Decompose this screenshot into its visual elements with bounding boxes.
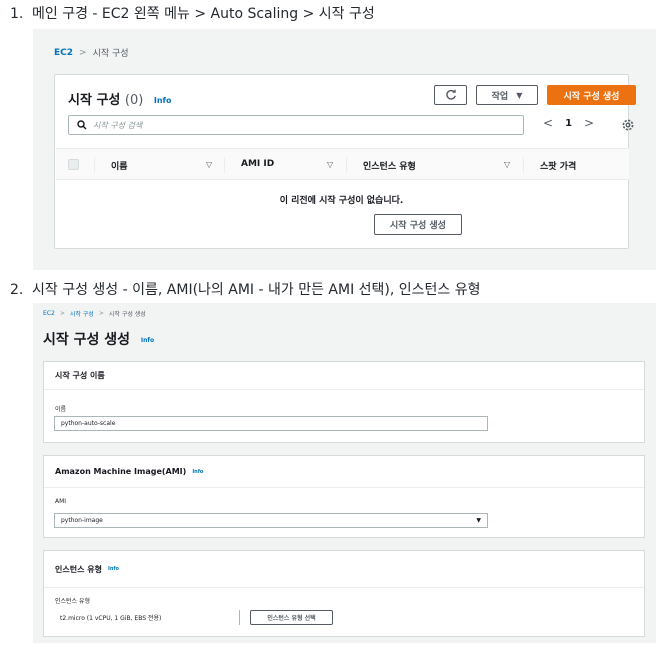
page-title-text: 시작 구성 생성 [43, 332, 131, 348]
panel-title-text: 시작 구성 [68, 93, 121, 108]
breadcrumb-launch-configurations-link[interactable]: 시작 구성 [70, 309, 94, 318]
info-link[interactable]: Info [192, 469, 203, 475]
previous-page-button[interactable]: < [543, 116, 553, 130]
table-header: 이름 ▽ AMI ID ▽ 인스턴스 유형 ▽ 스팟 가격 [56, 148, 629, 180]
sort-icon[interactable]: ▽ [206, 160, 212, 169]
pagination: < 1 > [543, 116, 594, 130]
card-header: 인스턴스 유형 Info [44, 551, 644, 588]
step-text: 메인 구경 - EC2 왼쪽 메뉴 > Auto Scaling > 시작 구성 [32, 6, 375, 22]
search-placeholder: 시작 구성 검색 [93, 120, 143, 130]
card-header: 시작 구성 이름 [44, 362, 644, 390]
step-number: 2. [10, 282, 24, 298]
breadcrumb-separator: > [59, 310, 65, 317]
breadcrumb: EC2 > 시작 구성 > 시작 구성 생성 [43, 309, 146, 318]
column-header-instance-type[interactable]: 인스턴스 유형 [363, 159, 416, 172]
step-2-heading: 2. 시작 구성 생성 - 이름, AMI(나의 AMI - 내가 만든 AMI … [10, 279, 481, 299]
instance-type-label: 인스턴스 유형 [55, 598, 91, 605]
create-launch-configuration-screenshot: EC2 > 시작 구성 > 시작 구성 생성 시작 구성 생성 Info 시작 … [33, 303, 656, 643]
name-label: 이름 [55, 406, 67, 413]
ami-label: AMI [55, 498, 67, 505]
step-text: 시작 구성 생성 - 이름, AMI(나의 AMI - 내가 만든 AMI 선택… [32, 282, 481, 298]
breadcrumb-current: 시작 구성 생성 [108, 311, 146, 318]
breadcrumb-separator: > [79, 47, 87, 58]
instance-type-value: t2.micro (1 vCPU, 1 GiB, EBS 전용) [54, 610, 240, 625]
breadcrumb-ec2-link[interactable]: EC2 [43, 310, 55, 317]
actions-button[interactable]: 작업 ▼ [476, 85, 538, 105]
breadcrumb: EC2 > 시작 구성 [54, 46, 129, 60]
info-link[interactable]: Info [108, 566, 119, 572]
chevron-down-icon: ▼ [476, 517, 481, 524]
panel-title: 시작 구성 (0) Info [68, 89, 172, 108]
breadcrumb-current: 시작 구성 [92, 49, 129, 59]
empty-state-message: 이 리전에 시작 구성이 없습니다. [279, 196, 404, 206]
name-input[interactable]: python-auto-scale [54, 416, 488, 431]
breadcrumb-separator: > [98, 310, 104, 317]
launch-configurations-panel: 시작 구성 (0) Info 작업 ▼ 시작 구성 생성 시작 구성 검색 < … [54, 74, 636, 249]
card-header-text: Amazon Machine Image(AMI) [55, 467, 187, 476]
column-divider [346, 157, 347, 173]
ami-selected-value: python-image [61, 517, 103, 524]
sort-icon[interactable]: ▽ [327, 160, 333, 169]
ami-select[interactable]: python-image ▼ [54, 513, 488, 528]
info-link[interactable]: Info [154, 96, 172, 105]
page-title: 시작 구성 생성 Info [43, 329, 154, 349]
search-icon [77, 120, 87, 130]
ami-card: Amazon Machine Image(AMI) Info AMI pytho… [43, 455, 645, 538]
column-divider [523, 157, 524, 173]
select-all-checkbox[interactable] [68, 159, 79, 170]
column-header-spot-price[interactable]: 스팟 가격 [540, 159, 576, 172]
launch-configurations-screenshot: EC2 > 시작 구성 시작 구성 (0) Info 작업 ▼ 시작 구성 생성… [33, 29, 656, 270]
next-page-button[interactable]: > [584, 116, 594, 130]
launch-configuration-name-card: 시작 구성 이름 이름 python-auto-scale [43, 361, 645, 443]
column-header-ami-id[interactable]: AMI ID [241, 159, 274, 169]
choose-instance-type-button[interactable]: 인스턴스 유형 선택 [250, 610, 333, 625]
step-number: 1. [10, 6, 24, 22]
current-page[interactable]: 1 [565, 118, 572, 129]
card-header: Amazon Machine Image(AMI) Info [44, 456, 644, 488]
info-link[interactable]: Info [141, 337, 154, 344]
column-header-name[interactable]: 이름 [111, 159, 128, 172]
gear-icon[interactable] [621, 118, 635, 132]
step-1-heading: 1. 메인 구경 - EC2 왼쪽 메뉴 > Auto Scaling > 시작 … [10, 3, 375, 23]
item-count: (0) [124, 93, 144, 108]
column-divider [224, 157, 225, 173]
create-launch-configuration-button[interactable]: 시작 구성 생성 [547, 85, 636, 105]
sort-icon[interactable]: ▽ [504, 160, 510, 169]
column-divider [94, 157, 95, 173]
card-header-text: 인스턴스 유형 [55, 564, 102, 574]
actions-label: 작업 [491, 91, 509, 102]
refresh-icon [445, 89, 456, 100]
instance-type-card: 인스턴스 유형 Info 인스턴스 유형 t2.micro (1 vCPU, 1… [43, 550, 645, 637]
empty-state-create-button[interactable]: 시작 구성 생성 [374, 214, 462, 235]
search-input[interactable]: 시작 구성 검색 [68, 115, 524, 135]
breadcrumb-ec2-link[interactable]: EC2 [54, 48, 73, 58]
refresh-button[interactable] [434, 85, 467, 105]
chevron-down-icon: ▼ [516, 90, 523, 100]
